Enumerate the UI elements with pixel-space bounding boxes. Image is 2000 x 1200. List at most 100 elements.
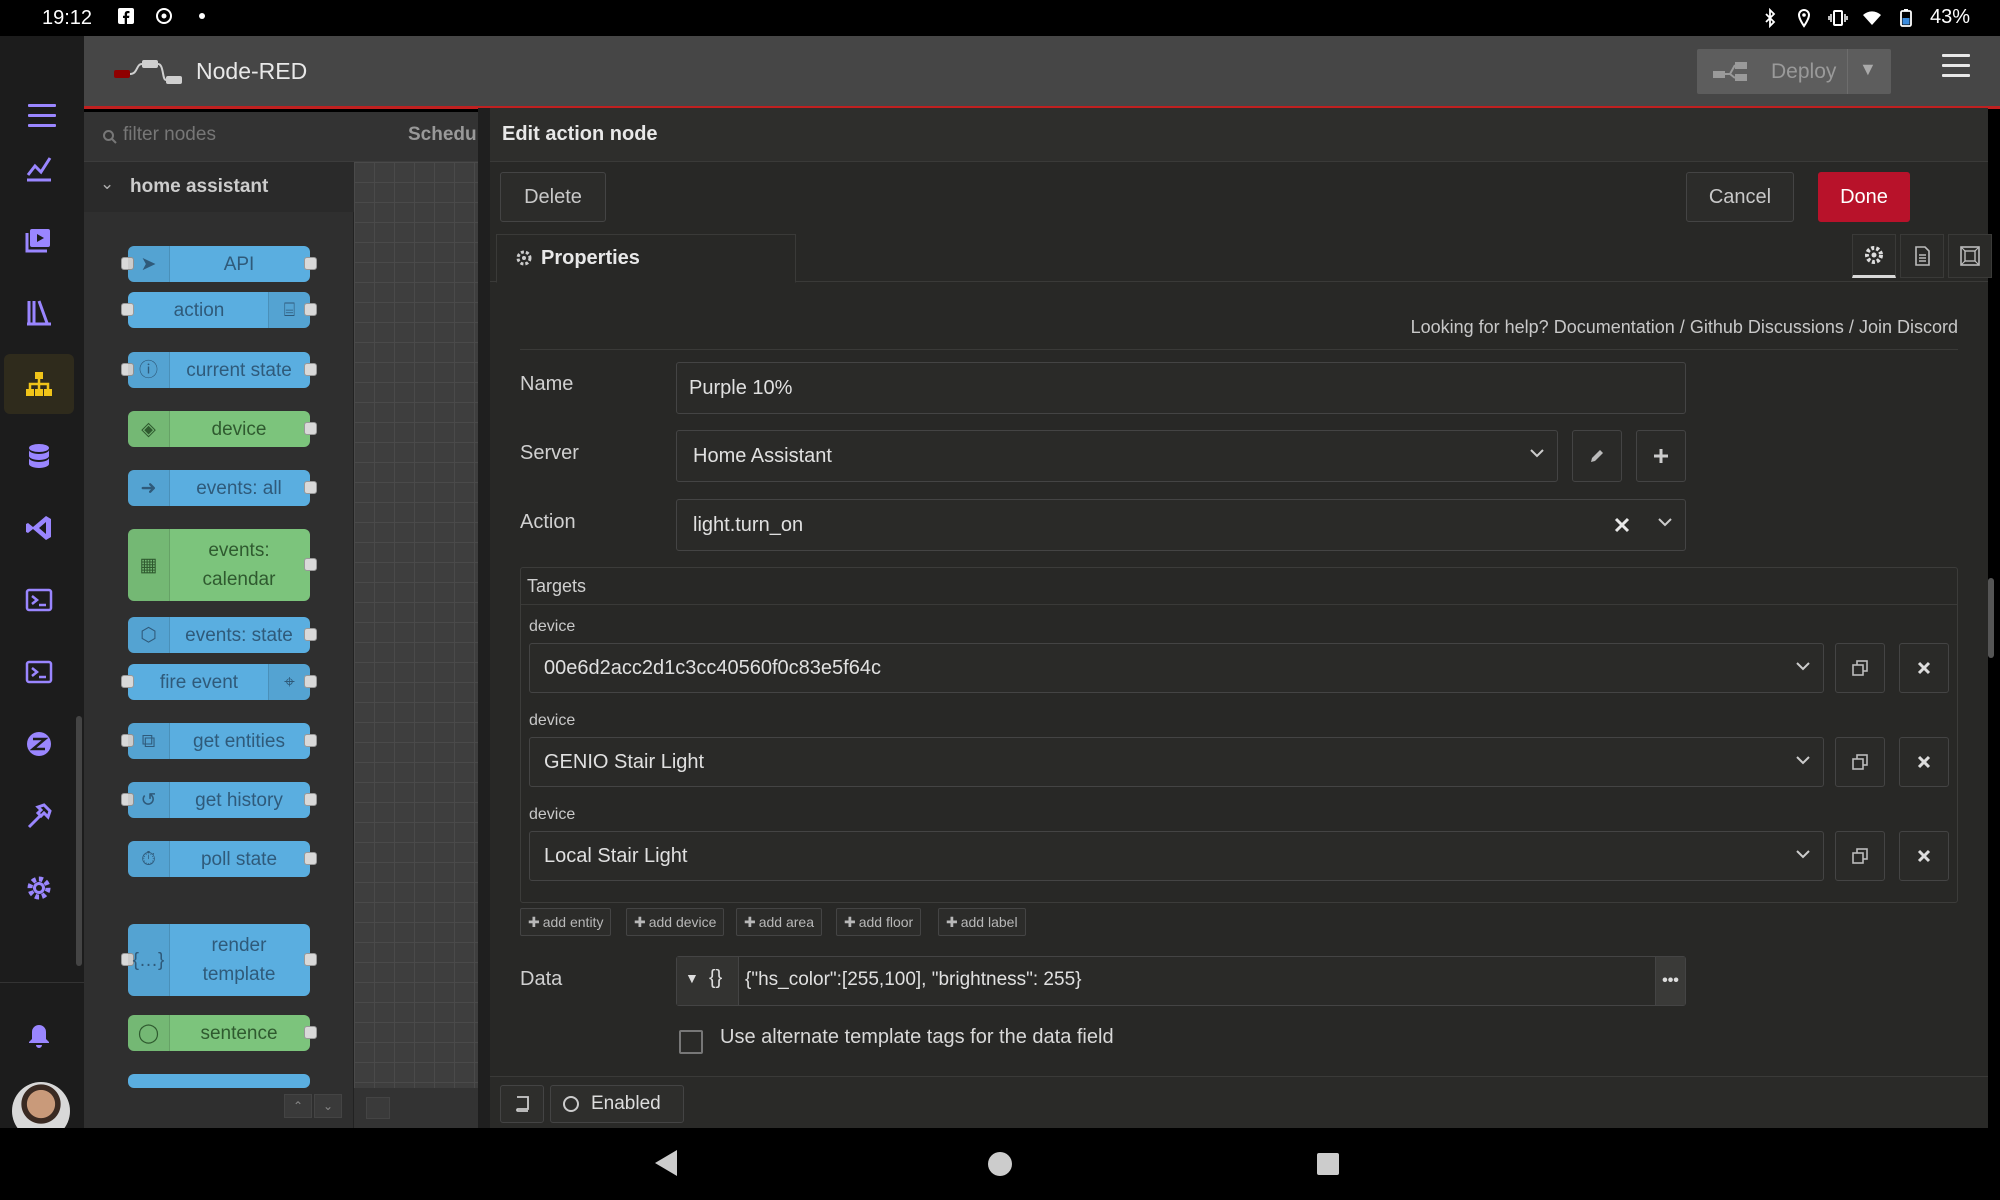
palette-node-events-state[interactable]: ⬡ events: state [128,617,317,653]
name-input[interactable]: Purple 10% [676,362,1686,414]
clear-icon[interactable] [1613,516,1631,534]
cube-icon: ◈ [128,411,170,447]
remove-device-button[interactable] [1899,831,1949,881]
filter-nodes-input[interactable]: filter nodes [84,112,354,162]
palette-category-header[interactable]: ⌄ home assistant [84,162,354,212]
palette-node-get-history[interactable]: ↺ get history [121,782,317,818]
node-help-button[interactable] [500,1085,544,1123]
ha-sidebar [0,36,84,1140]
tab-settings[interactable] [1852,234,1896,278]
collapse-all-icon[interactable]: ⌃ [284,1094,312,1118]
sidebar-item-node-red[interactable] [4,354,74,414]
device-label: device [529,806,576,823]
remove-device-button[interactable] [1899,643,1949,693]
sidebar-item-developer-tools[interactable] [4,786,74,846]
palette-node-api[interactable]: ➤ API [121,246,317,282]
menu-icon[interactable] [28,104,56,134]
add-floor-button[interactable]: ✚ add floor [836,908,922,936]
tab-properties[interactable]: Properties [496,234,796,283]
palette-footer: ⌃ ⌄ [284,1094,342,1118]
copy-device-button[interactable] [1835,831,1885,881]
add-server-button[interactable] [1636,430,1686,482]
palette-node-poll-state[interactable]: ⏱ poll state [128,841,317,877]
data-value[interactable]: {"hs_color":[255,100], "brightness": 255… [745,969,1081,991]
remove-device-button[interactable] [1899,737,1949,787]
tray-scrollbar[interactable] [1988,578,1994,658]
expand-editor-button[interactable]: ••• [1655,957,1685,1005]
data-input[interactable]: ▼ {} {"hs_color":[255,100], "brightness"… [676,956,1686,1006]
palette-node-get-entities[interactable]: ⧉ get entities [121,723,317,759]
edit-server-button[interactable] [1572,430,1622,482]
plus-icon: ✚ [844,913,856,930]
chevron-down-icon [1796,756,1810,765]
sidebar-scrollbar[interactable] [76,716,82,966]
enabled-toggle[interactable]: Enabled [550,1085,684,1123]
circle-icon [563,1096,579,1112]
sidebar-item-library[interactable] [4,282,74,342]
cancel-button[interactable]: Cancel [1686,172,1794,222]
tab-description[interactable] [1900,234,1944,278]
braces-icon: {…} [128,924,170,996]
sidebar-item-notifications[interactable] [4,1006,74,1066]
sidebar-item-settings[interactable] [4,858,74,918]
palette-node-current-state[interactable]: ⓘ current state [121,352,317,388]
sidebar-item-zigbee[interactable] [4,714,74,774]
documentation-link[interactable]: Documentation [1554,317,1675,337]
hammer-icon [27,803,52,829]
sidebar-item-terminal[interactable] [4,570,74,630]
github-discussions-link[interactable]: Github Discussions [1690,317,1844,337]
sidebar-item-vscode[interactable] [4,498,74,558]
delete-button[interactable]: Delete [500,172,606,222]
chevron-down-icon[interactable] [1657,514,1673,530]
sidebar-item-terminal-2[interactable] [4,642,74,702]
android-nav-bar [0,1128,2000,1200]
search-icon [103,130,117,144]
palette-node-events-all[interactable]: ➜ events: all [128,470,317,506]
join-discord-link[interactable]: Join Discord [1859,317,1958,337]
tab-appearance[interactable] [1948,234,1992,278]
palette-node-events-calendar[interactable]: ▦ events: calendar [128,529,317,601]
palette-node-partial[interactable] [128,1074,310,1088]
recent-apps-icon[interactable] [1317,1153,1339,1175]
workspace-canvas[interactable] [354,162,478,1088]
done-button[interactable]: Done [1818,172,1910,222]
deploy-button[interactable]: Deploy ▼ [1697,49,1891,94]
entities-icon: ⧉ [128,723,170,759]
copy-icon [1852,660,1868,676]
palette-node-render-template[interactable]: {…} render template [121,924,317,996]
expand-all-icon[interactable]: ⌄ [314,1094,342,1118]
back-icon[interactable] [655,1150,677,1176]
palette-node-fire-event[interactable]: fire event ⌖ [121,664,317,700]
sidebar-item-media[interactable] [4,210,74,270]
chevron-down-icon [1530,449,1544,458]
add-device-button[interactable]: ✚ add device [626,908,725,936]
flow-tab[interactable]: Schedu [408,124,477,146]
copy-device-button[interactable] [1835,643,1885,693]
status-bar: 19:12 43% [0,0,2000,36]
add-area-button[interactable]: ✚ add area [736,908,823,936]
close-icon [1917,849,1931,863]
sidebar-item-energy[interactable] [4,138,74,198]
data-type-select[interactable]: ▼ {} [677,957,739,1005]
action-select[interactable]: light.turn_on [676,499,1686,551]
sidebar-item-database[interactable] [4,426,74,486]
close-icon [1917,661,1931,675]
main-menu-icon[interactable] [1942,54,1970,80]
server-select[interactable]: Home Assistant [676,430,1558,482]
plus-icon: ✚ [744,913,756,930]
alt-template-checkbox[interactable] [679,1030,703,1054]
device-select-1[interactable]: 00e6d2acc2d1c3cc40560f0c83e5f64c [529,643,1824,693]
copy-device-button[interactable] [1835,737,1885,787]
database-icon [29,444,49,468]
device-select-3[interactable]: Local Stair Light [529,831,1824,881]
palette-node-action[interactable]: action ⌸ [121,292,317,328]
device-select-2[interactable]: GENIO Stair Light [529,737,1824,787]
add-entity-button[interactable]: ✚ add entity [520,908,612,936]
home-icon[interactable] [988,1152,1012,1176]
add-label-button[interactable]: ✚ add label [938,908,1026,936]
add-device-label: add device [648,914,717,930]
palette-node-device[interactable]: ◈ device [128,411,317,447]
caret-down-icon[interactable]: ▼ [1859,59,1877,80]
palette-node-sentence[interactable]: ◯ sentence [128,1015,317,1051]
search-icon[interactable] [366,1097,390,1119]
